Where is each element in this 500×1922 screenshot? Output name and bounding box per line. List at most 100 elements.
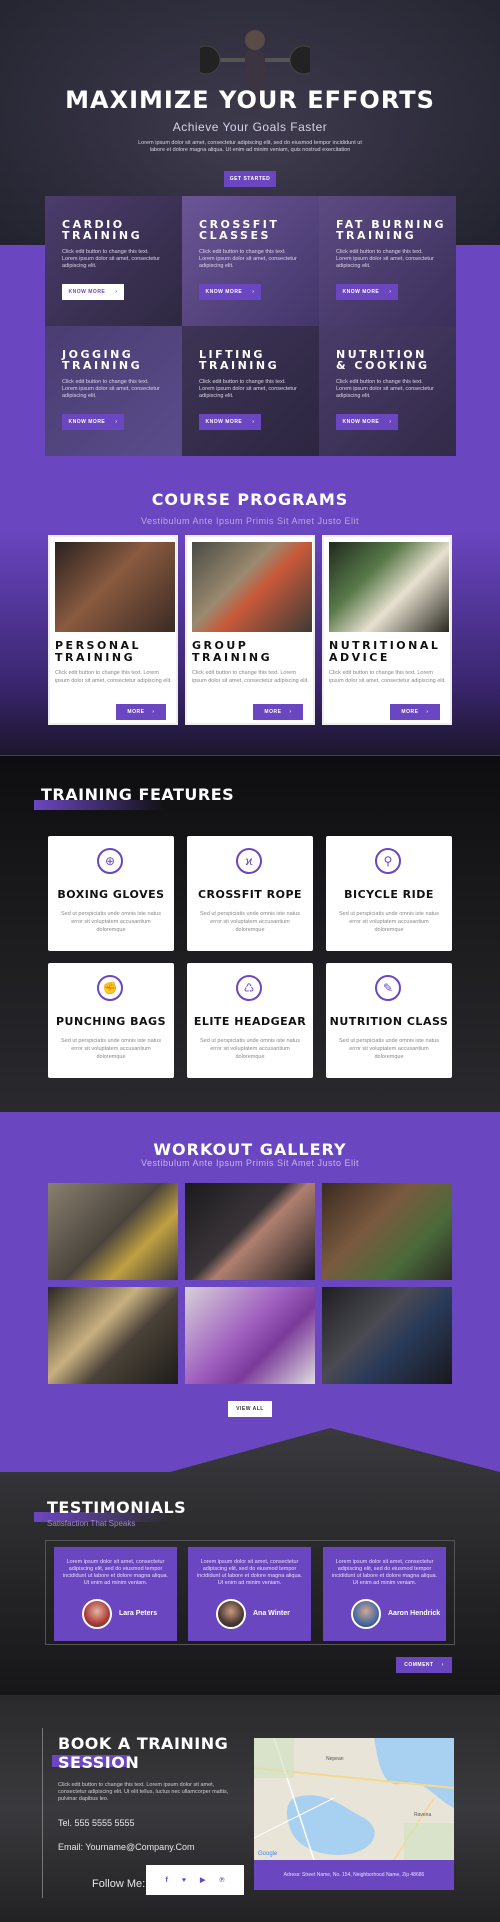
service-title: NUTRITION & COOKING bbox=[336, 348, 430, 372]
avatar bbox=[351, 1599, 381, 1629]
features-title: TRAINING FEATURES bbox=[41, 785, 235, 804]
avatar bbox=[82, 1599, 112, 1629]
feature-text: Sed ut perspiciatis unde omnis iste natu… bbox=[339, 911, 439, 933]
testimonial-text: Lorem ipsum dolor sit amet, consectetur … bbox=[331, 1559, 438, 1586]
feature-text: Sed ut perspiciatis unde omnis iste natu… bbox=[200, 1038, 300, 1060]
view-all-button[interactable]: VIEW ALL bbox=[228, 1401, 272, 1417]
social-bar: f ♥ ▶ ℗ bbox=[146, 1865, 244, 1895]
testimonial-name: Aaron Hendrick bbox=[388, 1610, 441, 1617]
booking-line bbox=[42, 1728, 43, 1898]
map-label: Nepean bbox=[326, 1756, 344, 1762]
feature-card: ⊕ BOXING GLOVES Sed ut perspiciatis unde… bbox=[48, 836, 174, 951]
gallery-title: WORKOUT GALLERY bbox=[153, 1140, 347, 1159]
feature-text: Sed ut perspiciatis unde omnis iste natu… bbox=[61, 911, 161, 933]
feature-title: BICYCLE RIDE bbox=[344, 888, 434, 901]
testimonials-subtitle: Satisfaction That Speaks bbox=[47, 1519, 136, 1528]
comment-button[interactable]: COMMENT › bbox=[396, 1657, 452, 1673]
testimonial-card: Lorem ipsum dolor sit amet, consectetur … bbox=[54, 1547, 177, 1641]
gallery-image[interactable] bbox=[48, 1183, 178, 1280]
service-tile[interactable]: JOGGING TRAINING Click edit button to cha… bbox=[45, 326, 182, 456]
programs-subtitle: Vestibulum Ante Ipsum Primis Sit Amet Ju… bbox=[140, 516, 360, 526]
arrow-right-icon: › bbox=[389, 419, 392, 425]
gallery-image[interactable] bbox=[322, 1287, 452, 1384]
more-button[interactable]: MORE › bbox=[253, 704, 303, 720]
service-tile[interactable]: LIFTING TRAINING Click edit button to cha… bbox=[182, 326, 319, 456]
program-text: Click edit button to change this text. L… bbox=[192, 670, 309, 684]
gallery-image[interactable] bbox=[185, 1183, 315, 1280]
arrow-right-icon: › bbox=[115, 289, 118, 295]
service-title: LIFTING TRAINING bbox=[199, 348, 280, 372]
know-more-button[interactable]: KNOW MORE › bbox=[336, 284, 398, 300]
booking-email: Email: Yourname@Company.Com bbox=[58, 1842, 195, 1852]
service-tile[interactable]: FAT BURNING TRAINING Click edit button to… bbox=[319, 196, 456, 326]
feature-title: PUNCHING BAGS bbox=[56, 1015, 166, 1028]
arrow-right-icon: › bbox=[426, 709, 429, 715]
program-image bbox=[192, 542, 312, 632]
headgear-icon: ♺ bbox=[236, 975, 262, 1001]
testimonial-name: Lara Peters bbox=[119, 1610, 158, 1617]
arrow-right-icon: › bbox=[389, 289, 392, 295]
twitter-icon[interactable]: ♥ bbox=[182, 1877, 186, 1884]
testimonial-name: Ana Winter bbox=[253, 1610, 290, 1617]
feature-text: Sed ut perspiciatis unde omnis iste natu… bbox=[200, 911, 300, 933]
know-more-button[interactable]: KNOW MORE › bbox=[336, 414, 398, 430]
program-card: GROUP TRAINING Click edit button to chang… bbox=[185, 535, 315, 725]
feature-text: Sed ut perspiciatis unde omnis iste natu… bbox=[61, 1038, 161, 1060]
booking-text: Click edit button to change this text. L… bbox=[58, 1782, 229, 1802]
know-more-button[interactable]: KNOW MORE › bbox=[62, 414, 124, 430]
gallery-image[interactable] bbox=[185, 1287, 315, 1384]
program-title: GROUP TRAINING bbox=[192, 639, 273, 664]
feature-title: BOXING GLOVES bbox=[57, 888, 165, 901]
boxing-glove-icon: ⊕ bbox=[97, 848, 123, 874]
map[interactable]: Nepean Ravena Google bbox=[254, 1738, 454, 1860]
hero-text: Lorem ipsum dolor sit amet, consectetur … bbox=[138, 140, 362, 153]
testimonial-card: Lorem ipsum dolor sit amet, consectetur … bbox=[188, 1547, 311, 1641]
arrow-right-icon: › bbox=[152, 709, 155, 715]
service-tile[interactable]: CARDIO TRAINING Click edit button to chan… bbox=[45, 196, 182, 326]
get-started-button[interactable]: GET STARTED bbox=[224, 171, 276, 187]
gallery-subtitle: Vestibulum Ante Ipsum Primis Sit Amet Ju… bbox=[140, 1158, 360, 1168]
pinterest-icon[interactable]: ℗ bbox=[219, 1877, 224, 1884]
more-button[interactable]: MORE › bbox=[390, 704, 440, 720]
service-text: Click edit button to change this text. L… bbox=[199, 379, 297, 399]
feature-title: ELITE HEADGEAR bbox=[193, 1015, 307, 1028]
hero-subtitle: Achieve Your Goals Faster bbox=[172, 120, 328, 134]
feature-text: Sed ut perspiciatis unde omnis iste natu… bbox=[339, 1038, 439, 1060]
program-image bbox=[55, 542, 175, 632]
program-card: PERSONAL TRAINING Click edit button to ch… bbox=[48, 535, 178, 725]
service-text: Click edit button to change this text. L… bbox=[336, 249, 434, 269]
program-card: NUTRITIONAL ADVICE Click edit button to c… bbox=[322, 535, 452, 725]
divider bbox=[0, 755, 500, 756]
program-title: NUTRITIONAL ADVICE bbox=[329, 639, 441, 664]
service-tile[interactable]: NUTRITION & COOKING Click edit button to … bbox=[319, 326, 456, 456]
know-more-button[interactable]: KNOW MORE › bbox=[199, 284, 261, 300]
program-text: Click edit button to change this text. L… bbox=[55, 670, 172, 684]
more-button[interactable]: MORE › bbox=[116, 704, 166, 720]
youtube-icon[interactable]: ▶ bbox=[200, 1876, 205, 1884]
service-title: CARDIO TRAINING bbox=[62, 218, 143, 242]
gallery-image[interactable] bbox=[322, 1183, 452, 1280]
testimonial-text: Lorem ipsum dolor sit amet, consectetur … bbox=[196, 1559, 303, 1586]
testimonial-card: Lorem ipsum dolor sit amet, consectetur … bbox=[323, 1547, 446, 1641]
booking-tel: Tel. 555 5555 5555 bbox=[58, 1818, 135, 1828]
know-more-button[interactable]: KNOW MORE › bbox=[62, 284, 124, 300]
feature-title: CROSSFIT ROPE bbox=[197, 888, 303, 901]
arrow-right-icon: › bbox=[441, 1662, 444, 1668]
testimonials-title: TESTIMONIALS bbox=[47, 1498, 187, 1517]
arrow-right-icon: › bbox=[115, 419, 118, 425]
arrow-right-icon: › bbox=[252, 289, 255, 295]
service-tile[interactable]: CROSSFIT CLASSES Click edit button to cha… bbox=[182, 196, 319, 326]
feature-card: ♺ ELITE HEADGEAR Sed ut perspiciatis und… bbox=[187, 963, 313, 1078]
feature-card: ϰ CROSSFIT ROPE Sed ut perspiciatis unde… bbox=[187, 836, 313, 951]
testimonial-text: Lorem ipsum dolor sit amet, consectetur … bbox=[62, 1559, 169, 1586]
service-title: JOGGING TRAINING bbox=[62, 348, 143, 372]
map-label: Ravena bbox=[414, 1812, 431, 1818]
know-more-button[interactable]: KNOW MORE › bbox=[199, 414, 261, 430]
service-title: CROSSFIT CLASSES bbox=[199, 218, 280, 242]
gallery-image[interactable] bbox=[48, 1287, 178, 1384]
hero-title: MAXIMIZE YOUR EFFORTS bbox=[65, 86, 435, 114]
facebook-icon[interactable]: f bbox=[165, 1877, 167, 1884]
follow-label: Follow Me: bbox=[92, 1878, 146, 1890]
feature-title: NUTRITION CLASS bbox=[329, 1015, 449, 1028]
map-logo: Google bbox=[258, 1851, 278, 1857]
